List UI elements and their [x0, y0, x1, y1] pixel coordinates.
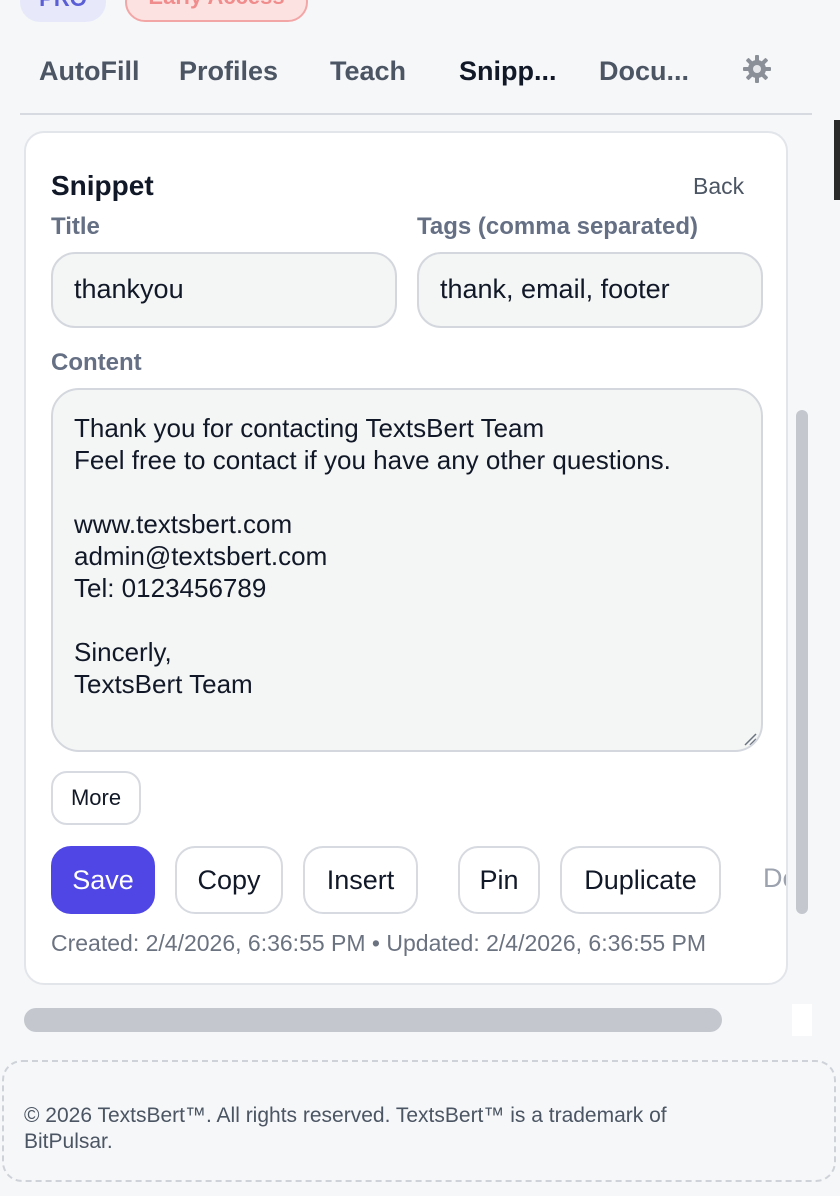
delete-button-partial[interactable]: De — [763, 863, 786, 894]
content-textarea[interactable]: Thank you for contacting TextsBert Team … — [51, 388, 763, 752]
back-button[interactable]: Back — [693, 173, 744, 200]
tab-profiles[interactable]: Profiles — [179, 56, 278, 87]
snippet-editor-card: Snippet Back Title Tags (comma separated… — [24, 131, 788, 985]
more-button[interactable]: More — [51, 771, 141, 825]
title-label: Title — [51, 213, 100, 240]
timestamps-text: Created: 2/4/2026, 6:36:55 PM • Updated:… — [51, 930, 707, 956]
title-input[interactable]: thankyou — [51, 252, 397, 328]
snippet-heading: Snippet — [51, 170, 154, 201]
footer-trademark: BitPulsar. — [24, 1130, 113, 1153]
copy-button[interactable]: Copy — [175, 846, 283, 914]
save-button[interactable]: Save — [51, 846, 155, 914]
insert-button[interactable]: Insert — [303, 846, 418, 914]
tags-input[interactable]: thank, email, footer — [417, 252, 763, 328]
footer-copyright: © 2026 TextsBert™. All rights reserved. … — [24, 1104, 667, 1127]
horizontal-scrollbar[interactable] — [24, 1008, 722, 1032]
content-line: admin@textsbert.com — [74, 541, 328, 571]
tab-bar: AutoFill Profiles Teach Snipp... Docu... — [20, 40, 812, 115]
tab-teach[interactable]: Teach — [330, 56, 406, 87]
footer: © 2026 TextsBert™. All rights reserved. … — [2, 1060, 836, 1182]
tab-documents[interactable]: Docu... — [599, 56, 689, 87]
duplicate-button[interactable]: Duplicate — [560, 846, 721, 914]
vertical-scrollbar[interactable] — [796, 410, 808, 914]
pin-button[interactable]: Pin — [458, 846, 540, 914]
tab-snippets[interactable]: Snipp... — [459, 56, 557, 87]
window-edge — [834, 120, 840, 200]
content-line: TextsBert Team — [74, 669, 253, 699]
resize-handle-icon[interactable] — [743, 732, 757, 746]
content-line — [74, 476, 740, 508]
content-line: www.textsbert.com — [74, 509, 293, 539]
content-line — [74, 604, 740, 636]
gear-icon[interactable] — [742, 54, 772, 84]
pro-badge: PRO — [20, 0, 106, 22]
content-line: Feel free to contact if you have any oth… — [74, 445, 671, 475]
content-label: Content — [51, 349, 142, 376]
scrollbar-corner — [792, 1004, 812, 1036]
tab-autofill[interactable]: AutoFill — [39, 56, 139, 87]
content-line: Tel: 0123456789 — [74, 573, 267, 603]
early-access-badge: Early Access — [125, 0, 308, 22]
content-line: Sincerly, — [74, 637, 172, 667]
tags-label: Tags (comma separated) — [417, 213, 698, 240]
content-line: Thank you for contacting TextsBert Team — [74, 413, 545, 443]
